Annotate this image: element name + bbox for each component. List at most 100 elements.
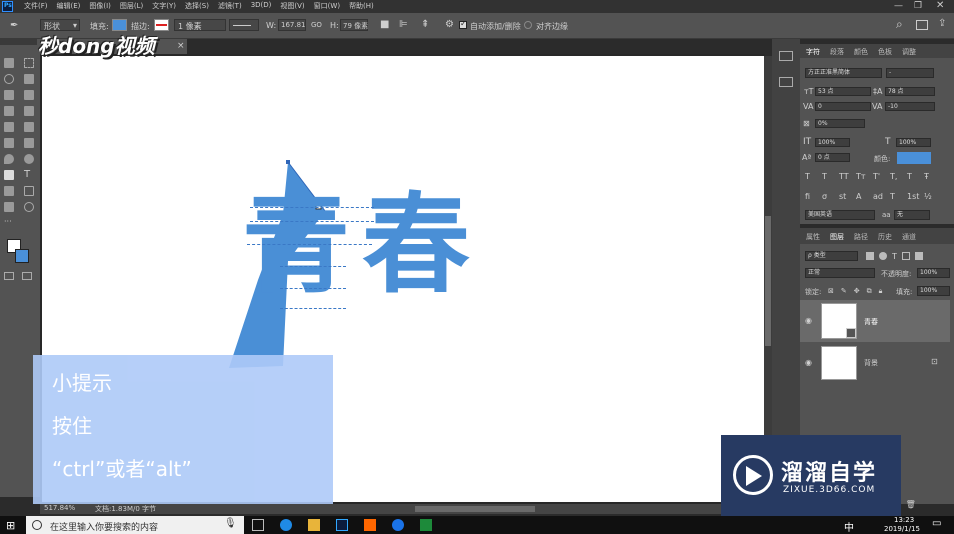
style-button[interactable]: ad [873,192,884,201]
magic-wand-tool-icon[interactable] [24,74,34,84]
crop-tool-icon[interactable] [4,90,14,100]
panel-tab[interactable]: 路径 [854,232,868,242]
restore-button[interactable]: ❐ [914,1,922,11]
pen-tool-icon[interactable] [4,170,14,180]
mi-app-icon[interactable] [364,519,376,531]
close-tab-icon[interactable]: × [177,41,185,51]
style-button[interactable]: σ [822,192,833,201]
search-icon[interactable]: ⌕ [896,17,903,32]
close-button[interactable]: ✕ [936,0,944,11]
auto-add-checkbox[interactable]: ✓ [459,19,467,29]
align-edges-checkbox[interactable] [524,21,532,29]
menu-item[interactable]: 文字(Y) [152,1,176,11]
zoom-tool-icon[interactable] [24,202,34,212]
eraser-tool-icon[interactable] [4,138,14,148]
search-box[interactable]: 在这里输入你要搜索的内容 🎙︎ [26,516,244,534]
style-button[interactable]: 1st [907,192,919,201]
trash-icon[interactable]: 🗑︎ [906,500,916,509]
path-selection-tool-icon[interactable] [4,186,14,196]
quick-mask-icon[interactable] [4,272,14,280]
notification-icon[interactable]: ▭ [932,518,941,529]
workspace-icon[interactable] [916,20,928,30]
excel-icon[interactable] [420,519,432,531]
style-button[interactable]: T [907,172,918,181]
eye-icon[interactable]: ◉ [805,316,812,325]
style-button[interactable]: A [856,192,867,201]
edge-browser-icon[interactable] [280,519,292,531]
menu-item[interactable]: 视图(V) [280,1,304,11]
style-button[interactable]: TT [839,172,850,181]
style-button[interactable]: ½ [924,192,935,201]
lock-transparent-icon[interactable]: ⊠ [828,287,834,296]
microphone-icon[interactable]: 🎙︎ [224,518,237,529]
vertical-scale-field[interactable]: 100% [815,138,850,147]
font-size-field[interactable]: 53 点 [815,87,871,96]
text-color-swatch[interactable] [897,152,931,164]
menu-item[interactable]: 文件(F) [24,1,48,11]
fill-field[interactable]: 100% [917,286,950,296]
panel-tab[interactable]: 历史 [878,232,892,242]
task-view-icon[interactable] [252,519,264,531]
menu-item[interactable]: 选择(S) [185,1,209,11]
language-select[interactable]: 美国英语 [805,210,875,220]
lasso-tool-icon[interactable] [4,74,14,84]
adjustment-filter-icon[interactable] [879,252,887,260]
eye-icon[interactable]: ◉ [805,358,812,367]
blur-tool-icon[interactable] [4,154,14,164]
move-tool-icon[interactable] [4,58,14,68]
style-button[interactable]: Ŧ [924,172,935,181]
panel-tab[interactable]: 属性 [806,232,820,242]
photoshop-taskbar-icon[interactable] [336,519,348,531]
lock-artboard-icon[interactable]: ⧉ [867,287,872,296]
menu-item[interactable]: 窗口(W) [314,1,340,11]
link-dimensions-button[interactable]: GO [311,21,322,29]
history-panel-icon[interactable] [779,51,793,61]
tsume-field[interactable]: 0% [815,119,865,128]
style-button[interactable]: st [839,192,850,201]
clock-date[interactable]: 2019/1/15 [884,525,920,533]
tracking-field[interactable]: -10 [885,102,935,111]
panel-tab[interactable]: 段落 [830,47,844,57]
pixel-filter-icon[interactable] [866,252,874,260]
pen-tool-icon[interactable]: ✒ [10,20,18,31]
blend-mode-select[interactable]: 正常 [805,268,875,278]
hand-tool-icon[interactable] [4,202,14,212]
smart-object-filter-icon[interactable] [914,252,923,260]
path-align-icon[interactable]: ⊫ [399,19,408,30]
menu-item[interactable]: 图像(I) [89,1,111,11]
stroke-type-select[interactable] [229,19,259,31]
height-field[interactable]: 79 像素 [340,19,368,31]
photoshop-logo[interactable]: Ps [2,1,13,12]
path-arrange-icon[interactable]: ⇞ [421,19,429,30]
path-ops-icon[interactable]: ■ [380,19,389,30]
menu-item[interactable]: 帮助(H) [349,1,374,11]
windows-start-icon[interactable]: ⊞ [6,519,15,532]
background-color-swatch[interactable] [15,249,29,263]
eyedropper-tool-icon[interactable] [24,90,34,100]
style-button[interactable]: Tт [856,172,867,181]
horizontal-scale-field[interactable]: 100% [896,138,931,147]
menu-item[interactable]: 滤镜(T) [218,1,242,11]
menu-item[interactable]: 3D(D) [251,1,272,11]
canvas-text[interactable]: 青春 [242,186,482,306]
lock-pixels-icon[interactable]: ✎ [841,287,847,296]
ime-indicator[interactable]: 中 [844,519,854,534]
panel-tab[interactable]: 调整 [902,47,916,57]
layer-row-background[interactable]: ◉ 背景 ⊡ [800,344,950,382]
clock-time[interactable]: 13:23 [894,516,914,524]
style-button[interactable]: T' [873,172,884,181]
layer-row-text[interactable]: ◉ 青春 [800,300,950,342]
healing-brush-tool-icon[interactable] [4,106,14,116]
more-tools-icon[interactable]: ··· [4,218,14,226]
panel-tab[interactable]: 色板 [878,47,892,57]
panel-tab[interactable]: 图层 [830,232,844,242]
kerning-field[interactable]: 0 [815,102,871,111]
type-filter-icon[interactable]: T [892,252,897,261]
scroll-thumb[interactable] [765,216,771,346]
minimize-button[interactable]: — [894,1,903,11]
opacity-field[interactable]: 100% [917,268,950,278]
screen-mode-icon[interactable] [22,272,32,280]
marquee-tool-icon[interactable] [24,58,34,68]
style-button[interactable]: T [890,192,901,201]
layer-filter-select[interactable]: ρ 类型 [805,251,858,261]
